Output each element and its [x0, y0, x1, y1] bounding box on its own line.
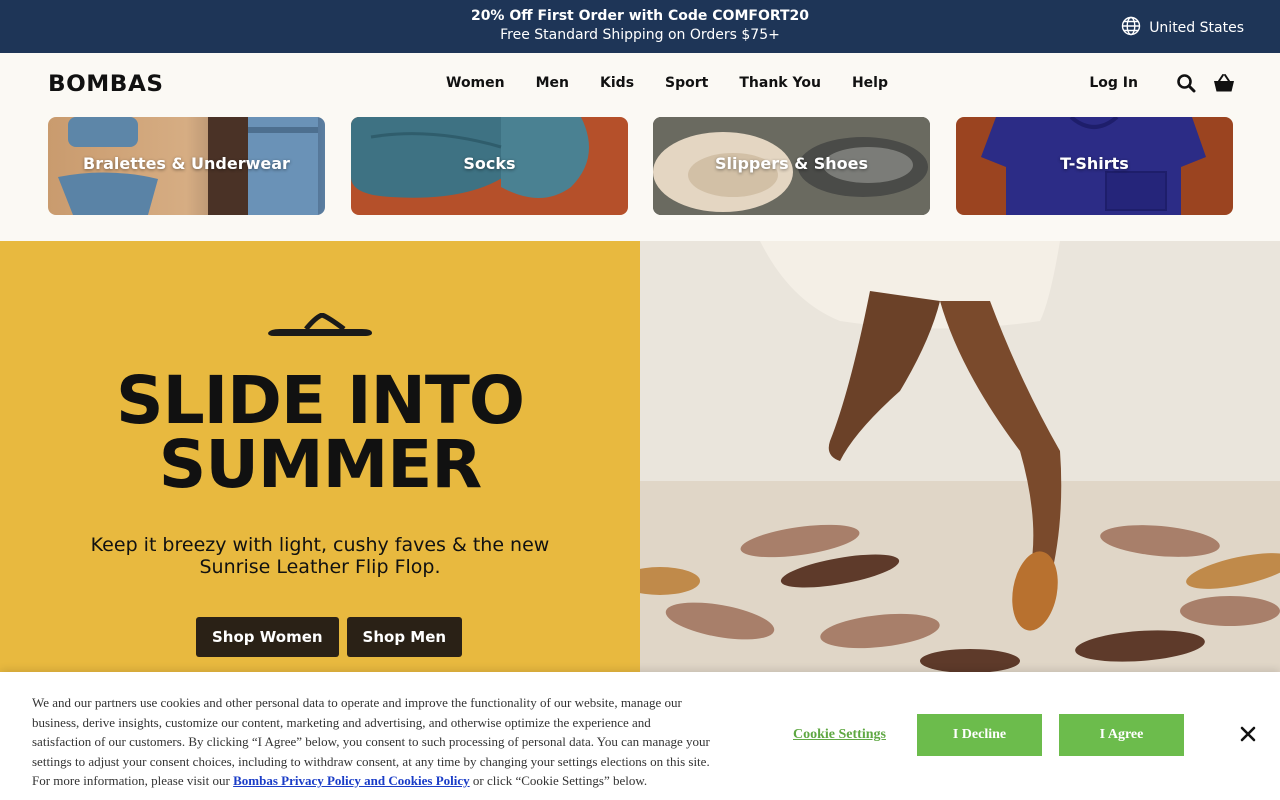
category-tile-slippers[interactable]: Slippers & Shoes [653, 117, 930, 215]
hero-image [640, 241, 1280, 672]
promo-shipping-text: Free Standard Shipping on Orders $75+ [500, 27, 780, 43]
cookie-settings-link[interactable]: Cookie Settings [793, 727, 886, 743]
nav-thank-you[interactable]: Thank You [739, 75, 821, 91]
header-actions: Log In [1089, 71, 1236, 95]
nav-help[interactable]: Help [852, 75, 888, 91]
shop-men-button[interactable]: Shop Men [346, 617, 463, 657]
cart-icon[interactable] [1212, 71, 1236, 95]
category-tiles: Bralettes & Underwear Socks Slippers & S… [48, 117, 1233, 215]
site-header: BOMBAS Women Men Kids Sport Thank You He… [0, 53, 1280, 115]
hero-headline: SLIDE INTO SUMMER [0, 362, 640, 503]
shop-women-button[interactable]: Shop Women [196, 617, 339, 657]
category-tile-underwear[interactable]: Bralettes & Underwear [48, 117, 325, 215]
close-icon[interactable] [1238, 724, 1258, 744]
hero-subcopy: Keep it breezy with light, cushy faves &… [60, 534, 580, 578]
globe-icon [1121, 16, 1141, 40]
subcopy-line-2: Sunrise Leather Flip Flop. [199, 556, 441, 578]
nav-sport[interactable]: Sport [665, 75, 708, 91]
category-tile-tshirts[interactable]: T-Shirts [956, 117, 1233, 215]
nav-women[interactable]: Women [446, 75, 505, 91]
search-icon[interactable] [1174, 71, 1198, 95]
promo-bar: 20% Off First Order with Code COMFORT20 … [0, 0, 1280, 53]
flip-flops-photo [640, 241, 1280, 672]
cookie-banner: We and our partners use cookies and othe… [0, 672, 1280, 800]
subcopy-line-1: Keep it breezy with light, cushy faves &… [90, 534, 550, 556]
main-nav: Women Men Kids Sport Thank You Help [446, 75, 919, 91]
decline-button[interactable]: I Decline [917, 714, 1042, 756]
category-tile-socks[interactable]: Socks [351, 117, 628, 215]
nav-men[interactable]: Men [536, 75, 569, 91]
hero-cta-row: Shop Women Shop Men [196, 617, 463, 657]
region-label: United States [1149, 20, 1244, 36]
headline-line-2: SUMMER [158, 426, 482, 503]
hero-promo-panel: SLIDE INTO SUMMER Keep it breezy with li… [0, 241, 640, 672]
category-label: T-Shirts [1060, 154, 1129, 173]
bombas-logo[interactable]: BOMBAS [48, 72, 164, 97]
privacy-policy-link[interactable]: Bombas Privacy Policy and Cookies Policy [233, 773, 470, 788]
cookie-body-text-end: or click “Cookie Settings” below. [469, 773, 648, 788]
category-label: Socks [463, 154, 516, 173]
region-selector[interactable]: United States [1121, 16, 1244, 40]
promo-code-text: 20% Off First Order with Code COMFORT20 [470, 8, 810, 24]
cookie-message: We and our partners use cookies and othe… [32, 693, 712, 791]
flip-flop-icon [268, 313, 372, 336]
agree-button[interactable]: I Agree [1059, 714, 1184, 756]
login-link[interactable]: Log In [1089, 75, 1138, 91]
nav-kids[interactable]: Kids [600, 75, 634, 91]
category-label: Bralettes & Underwear [83, 154, 290, 173]
headline-line-1: SLIDE INTO [116, 362, 525, 439]
category-label: Slippers & Shoes [714, 154, 869, 173]
promo-text: 20% Off First Order with Code COMFORT20 … [0, 7, 1280, 45]
